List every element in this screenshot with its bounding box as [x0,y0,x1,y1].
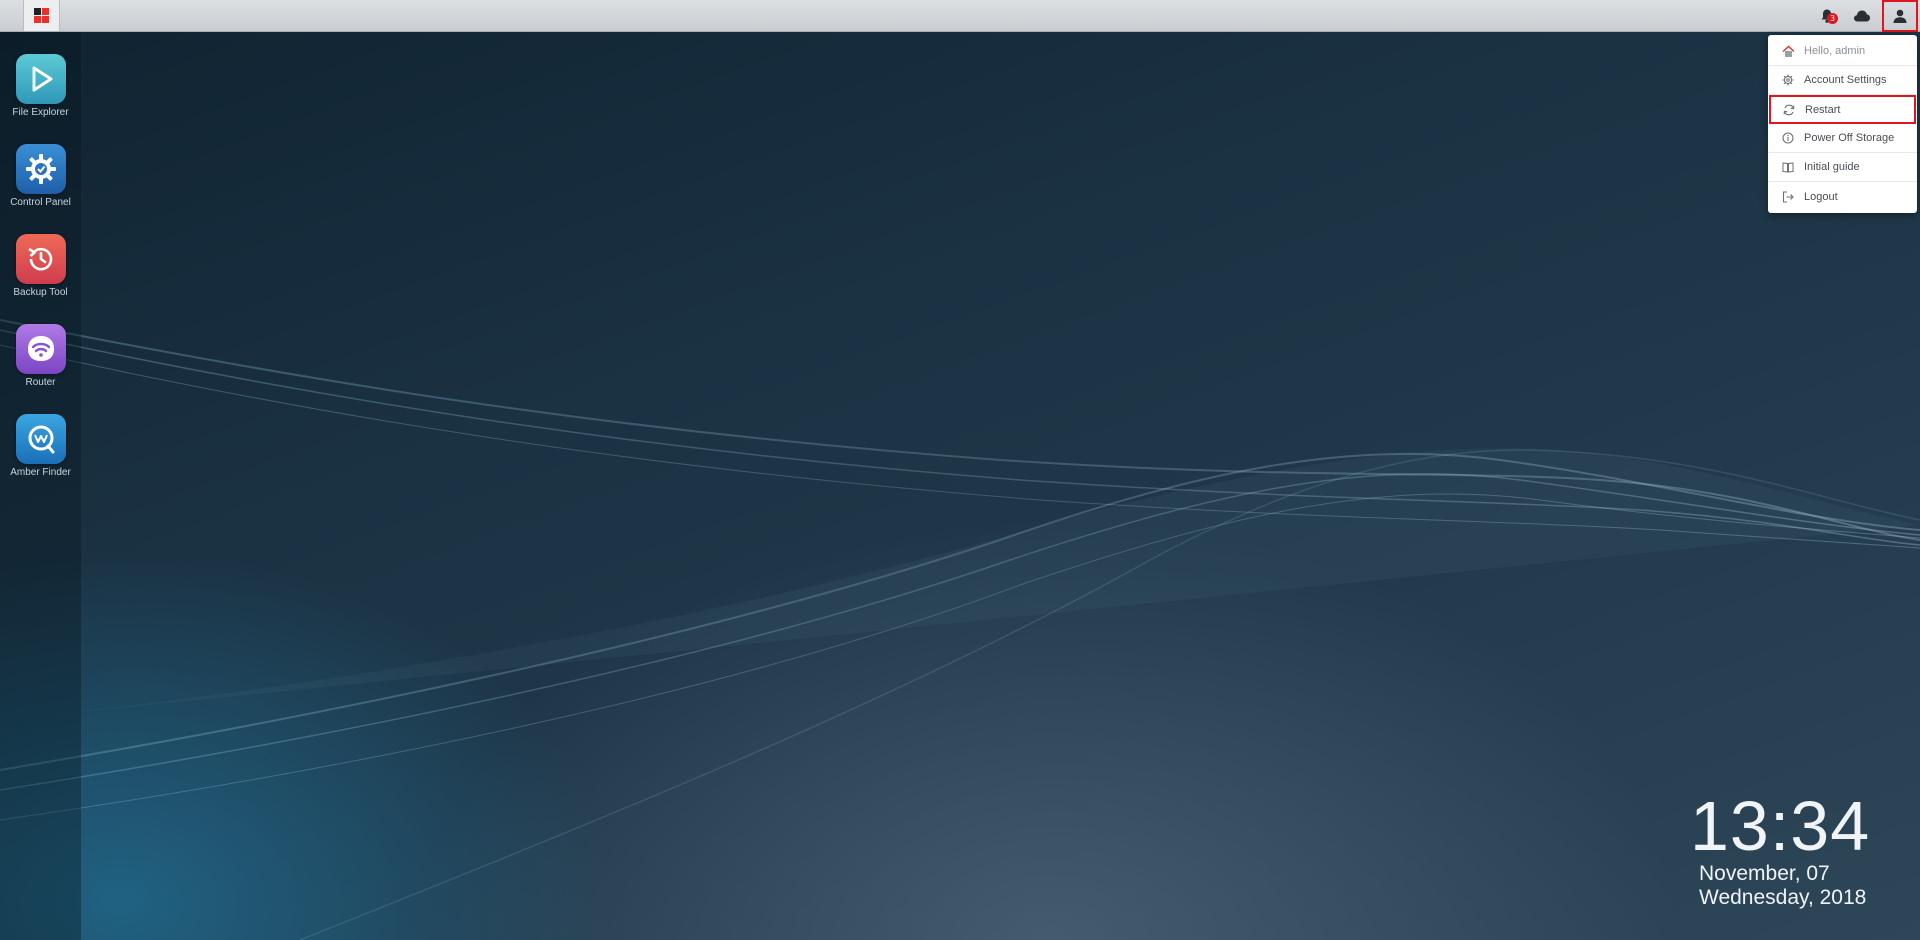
desktop: 3 File Explorer Control Panel Backup Too… [0,0,1920,940]
backup-clock-icon [15,234,66,284]
logout-icon [1781,190,1795,204]
app-amber-finder[interactable]: Amber Finder [0,414,81,478]
app-label: Control Panel [10,197,71,208]
top-bar: 3 [0,0,1920,32]
gear-icon [15,144,66,194]
app-label: File Explorer [12,107,69,118]
desktop-app-sidebar: File Explorer Control Panel Backup Tool … [0,32,81,940]
user-menu-button[interactable] [1882,0,1918,32]
app-control-panel[interactable]: Control Panel [0,144,81,208]
menu-item-logout[interactable]: Logout [1768,182,1917,211]
app-label: Router [25,377,56,388]
menu-item-label: Initial guide [1804,161,1860,173]
apps-grid-icon [34,8,49,23]
app-launcher-button[interactable] [23,0,60,31]
cloud-icon [1854,10,1870,21]
menu-item-label: Restart [1805,103,1841,116]
home-icon [1781,44,1795,58]
app-backup-tool[interactable]: Backup Tool [0,234,81,298]
wallpaper-waves [0,319,1920,940]
menu-greeting: Hello, admin [1768,37,1917,66]
app-label: Amber Finder [10,467,71,478]
menu-item-power-off-storage[interactable]: Power Off Storage [1768,124,1917,153]
menu-item-account-settings[interactable]: Account Settings [1768,66,1917,95]
menu-item-restart[interactable]: Restart [1769,95,1916,124]
info-icon [1781,131,1795,145]
notification-count-badge: 3 [1827,13,1838,24]
greeting-label: Hello, admin [1804,45,1866,57]
wifi-router-icon [15,324,66,374]
clock-weekday: Wednesday, 2018 [1699,886,1867,909]
app-router[interactable]: Router [0,324,81,388]
gear-icon [1781,73,1795,87]
menu-item-label: Logout [1804,190,1838,203]
book-icon [1781,160,1795,174]
menu-item-initial-guide[interactable]: Initial guide [1768,153,1917,182]
finder-icon [15,414,66,464]
user-icon [1893,9,1907,23]
cloud-button[interactable] [1847,0,1877,31]
user-dropdown-menu: Hello, admin Account Settings Restart Po… [1768,35,1917,213]
clock-time: 13:34 [1690,787,1871,865]
clock-date: November, 07 [1699,862,1830,885]
menu-item-label: Account Settings [1804,74,1887,86]
app-label: Backup Tool [13,287,68,298]
file-explorer-icon [15,54,66,104]
notifications-button[interactable]: 3 [1812,0,1842,31]
clock-widget: 13:34 November, 07 Wednesday, 2018 [1690,790,1870,910]
menu-item-label: Power Off Storage [1804,132,1895,144]
refresh-icon [1782,103,1796,117]
app-file-explorer[interactable]: File Explorer [0,54,81,118]
